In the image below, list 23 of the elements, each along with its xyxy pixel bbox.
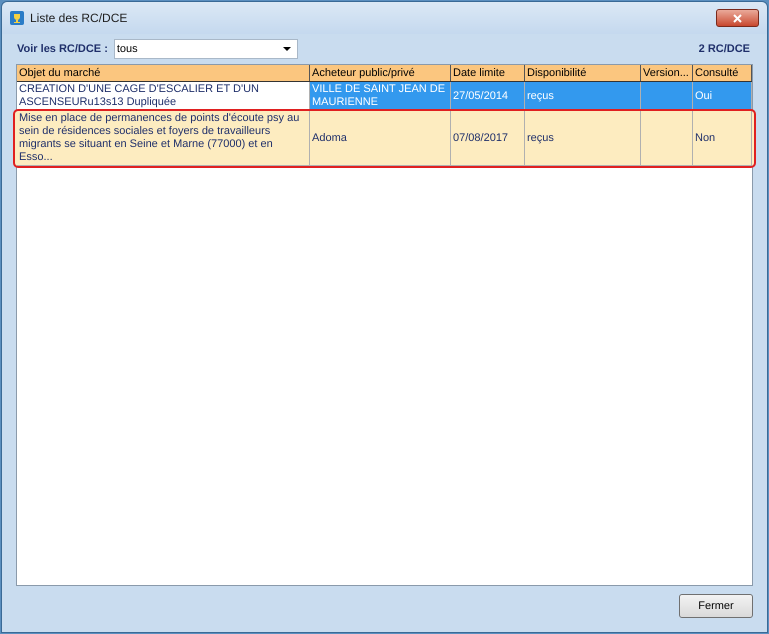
column-header[interactable]: Consulté <box>693 65 752 81</box>
table-cell: reçus <box>525 111 641 166</box>
column-header[interactable]: Acheteur public/privé <box>310 65 451 81</box>
table-cell: Mise en place de permanences de points d'écoute psy au sein de résidences sociales et foyers de travailleurs migrants se situant en Seine et Marne (77000) et en Esso... <box>17 111 310 166</box>
close-dialog-button[interactable]: Fermer <box>679 594 753 618</box>
column-header[interactable]: Date limite <box>451 65 525 81</box>
dropdown-caret-icon <box>282 47 291 51</box>
table-cell: 07/08/2017 <box>451 111 525 166</box>
record-count: 2 RC/DCE <box>698 42 751 57</box>
table-row[interactable]: Mise en place de permanences de points d'écoute psy au sein de résidences sociales et foyers de travailleurs migrants se situant en Seine et Marne (77000) et en Esso... Adoma 07/08/2017 reçus Non <box>15 111 754 166</box>
window-title: Liste des RC/DCE <box>30 10 128 27</box>
close-button[interactable] <box>716 9 759 27</box>
column-header[interactable]: Disponibilité <box>525 65 641 81</box>
trophy-icon <box>10 11 24 25</box>
filter-label: Voir les RC/DCE : <box>17 42 108 57</box>
table-cell: Adoma <box>310 111 451 166</box>
table-cell: CREATION D'UNE CAGE D'ESCALIER ET D'UN ASCENSEURu13s13 Dupliquée <box>17 82 310 111</box>
table-cell: Non <box>693 111 752 166</box>
filter-dropdown[interactable]: tous <box>114 39 298 59</box>
column-header[interactable]: Version... <box>641 65 693 81</box>
close-icon <box>733 14 742 22</box>
column-header[interactable]: Objet du marché <box>17 65 310 81</box>
table-cell <box>641 111 693 166</box>
